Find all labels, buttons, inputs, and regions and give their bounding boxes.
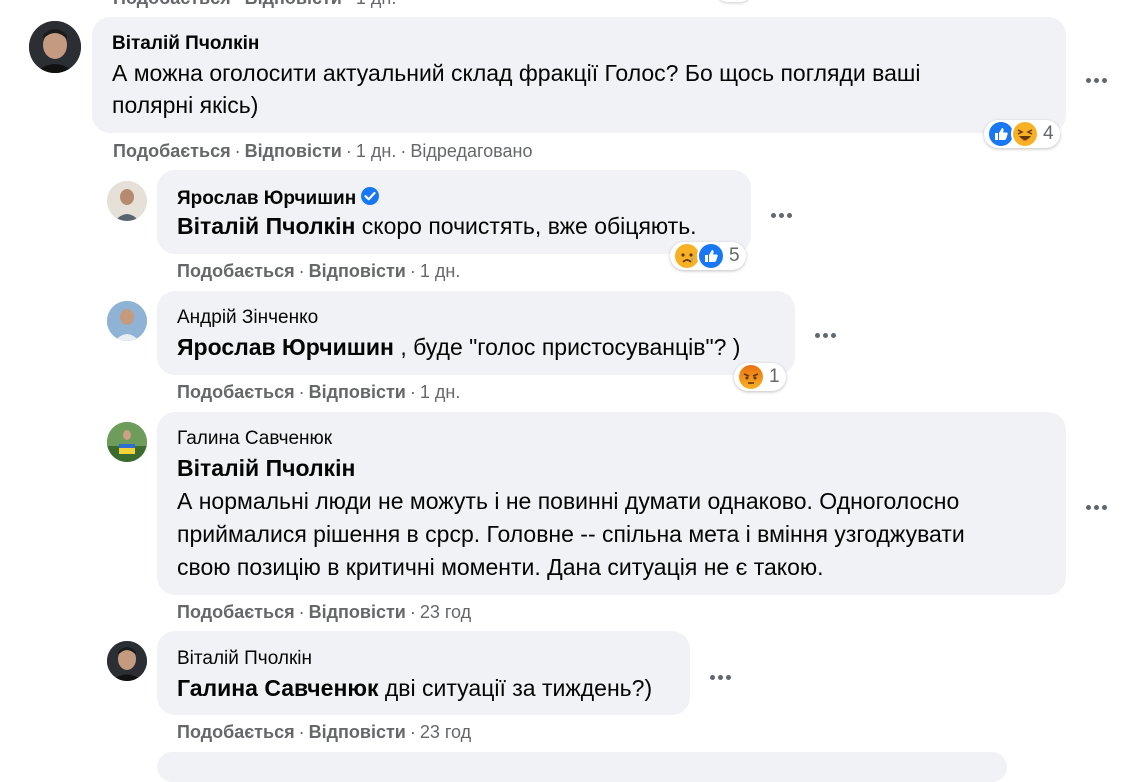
comment-actions: Подобається · Відповісти · 23 год <box>177 722 472 742</box>
like-icon <box>697 242 725 270</box>
mention-link[interactable]: Галина Савченюк <box>177 675 379 701</box>
comment-time: 1 дн. <box>356 0 396 8</box>
comment-text: Віталій Пчолкін скоро почистять, вже обі… <box>177 210 697 242</box>
more-options-icon[interactable] <box>815 327 845 339</box>
edited-label: Відредаговано <box>410 141 533 161</box>
comment-actions: Подобається · Відповісти · 1 дн. <box>177 382 461 402</box>
avatar[interactable] <box>107 301 147 341</box>
like-button[interactable]: Подобається <box>113 0 231 8</box>
comment-actions: Подобається · Відповісти · 23 год <box>177 602 472 622</box>
more-options-icon[interactable] <box>710 669 740 681</box>
avatar[interactable] <box>107 181 147 221</box>
comment-author[interactable]: Віталій Пчолкін <box>177 648 312 670</box>
comment-actions: Подобається · Відповісти · 1 дн. · Відредагова… <box>113 141 533 161</box>
mention-line: Віталій Пчолкін <box>177 452 355 484</box>
reply-button[interactable]: Відповісти <box>309 602 406 622</box>
comment-author[interactable]: Галина Савченюк <box>177 428 332 450</box>
reaction-count: 4 <box>1043 123 1054 144</box>
comment-time[interactable]: 1 дн. <box>420 261 460 281</box>
comment-time[interactable]: 1 дн. <box>356 141 396 161</box>
top-reaction-fragment <box>716 0 752 2</box>
mention-link[interactable]: Віталій Пчолкін <box>177 213 355 239</box>
avatar[interactable] <box>107 422 147 462</box>
avatar[interactable] <box>107 641 147 681</box>
reaction-count: 5 <box>729 245 740 266</box>
comment-text-line: приймалися рішення в срср. Головне -- сп… <box>177 521 965 547</box>
more-options-icon[interactable] <box>1086 499 1116 511</box>
avatar[interactable] <box>29 21 81 73</box>
reply-button[interactable]: Відповісти <box>245 0 342 8</box>
comment-body: , буде "голос пристосуванців"? ) <box>393 334 741 360</box>
angry-icon <box>737 363 765 391</box>
reply-button[interactable]: Відповісти <box>309 382 406 402</box>
next-comment-bubble-fragment <box>157 752 1007 782</box>
verified-badge-icon <box>360 186 380 212</box>
comment-author[interactable]: Віталій Пчолкін <box>112 33 259 55</box>
haha-icon <box>1011 120 1039 148</box>
more-options-icon[interactable] <box>771 207 801 219</box>
like-button[interactable]: Подобається <box>177 261 295 281</box>
mention-link[interactable]: Віталій Пчолкін <box>177 455 355 481</box>
like-button[interactable]: Подобається <box>177 602 295 622</box>
like-button[interactable]: Подобається <box>113 141 231 161</box>
more-options-icon[interactable] <box>1086 72 1116 84</box>
reply-button[interactable]: Відповісти <box>245 141 342 161</box>
comment-author-name[interactable]: Ярослав Юрчишин <box>177 188 356 209</box>
reply-button[interactable]: Відповісти <box>309 722 406 742</box>
like-button[interactable]: Подобається <box>177 382 295 402</box>
comment-text: Галина Савченюк дві ситуації за тиждень?… <box>177 672 652 704</box>
comment-author[interactable]: Андрій Зінченко <box>177 307 318 329</box>
reaction-count: 1 <box>769 366 780 387</box>
comment-author[interactable]: Ярослав Юрчишин <box>177 186 380 212</box>
comment-time[interactable]: 1 дн. <box>420 382 460 402</box>
comment-text: Ярослав Юрчишин , буде "голос пристосува… <box>177 331 740 363</box>
top-comment-actions: Подобається·Відповісти·1 дн. <box>113 0 396 9</box>
comment-time[interactable]: 23 год <box>420 722 471 742</box>
reactions-summary[interactable]: 4 <box>984 120 1060 148</box>
reply-button[interactable]: Відповісти <box>309 261 406 281</box>
comment-text-line: А можна оголосити актуальний склад фракц… <box>112 60 921 86</box>
comment-text-line: полярні якісь) <box>112 92 259 118</box>
comment-time[interactable]: 23 год <box>420 602 471 622</box>
like-button[interactable]: Подобається <box>177 722 295 742</box>
comment-body: дві ситуації за тиждень?) <box>378 675 653 701</box>
comment-text-line: А нормальні люди не можуть і не повинні … <box>177 488 960 514</box>
reactions-summary[interactable]: 5 <box>670 242 746 270</box>
reactions-summary[interactable]: 1 <box>734 363 786 391</box>
comment-body: скоро почистять, вже обіцяють. <box>355 213 697 239</box>
comment-actions: Подобається · Відповісти · 1 дн. <box>177 261 461 281</box>
comment-text-line: свою позицію в критичні моменти. Дана си… <box>177 554 824 580</box>
mention-link[interactable]: Ярослав Юрчишин <box>177 334 394 360</box>
